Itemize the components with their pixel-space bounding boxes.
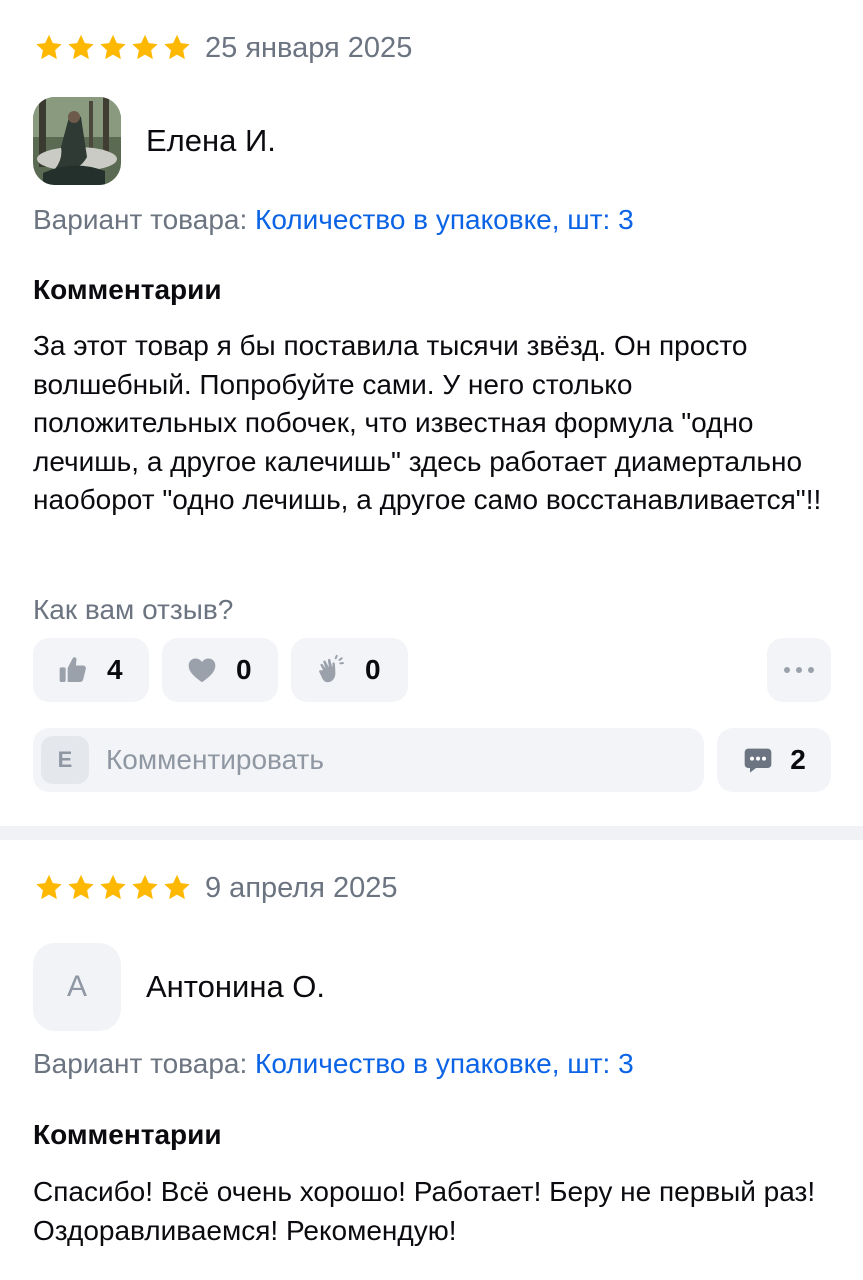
- like-button[interactable]: 4: [33, 638, 149, 702]
- star-rating: [33, 32, 193, 64]
- heart-icon: [188, 658, 216, 683]
- review-text: Спасибо! Всё очень хорошо! Работает! Бер…: [33, 1176, 816, 1246]
- review-card: 9 апреля 2025 А Антонина О. Вариант това…: [0, 840, 863, 1280]
- section-divider: [0, 826, 863, 840]
- more-options-button[interactable]: [767, 638, 831, 702]
- star-icon: [100, 874, 126, 900]
- review-date: 25 января 2025: [205, 32, 413, 64]
- comments-heading: Комментарии: [33, 274, 222, 305]
- reactions-row: 4 0 0: [33, 638, 408, 702]
- heart-button[interactable]: 0: [162, 638, 278, 702]
- clap-icon: [319, 654, 344, 683]
- avatar[interactable]: [33, 97, 121, 185]
- star-icon: [132, 874, 158, 900]
- review-date: 9 апреля 2025: [205, 872, 398, 904]
- rating-row: 25 января 2025: [33, 30, 412, 66]
- author-row[interactable]: А Антонина О.: [33, 943, 325, 1031]
- feedback-question: Как вам отзыв?: [33, 594, 234, 625]
- clap-button[interactable]: 0: [291, 638, 408, 702]
- star-icon: [36, 34, 62, 60]
- comments-count-button[interactable]: 2: [717, 728, 831, 792]
- more-horizontal-icon: [784, 667, 790, 673]
- star-icon: [132, 34, 158, 60]
- product-variant: Вариант товара: Количество в упаковке, ш…: [33, 1046, 634, 1082]
- clap-count: 0: [365, 654, 381, 685]
- star-icon: [68, 34, 94, 60]
- review-card: 25 января 2025 Елена И. Вариант товара: …: [0, 0, 863, 826]
- like-count: 4: [107, 654, 123, 685]
- author-name[interactable]: Елена И.: [146, 123, 276, 159]
- current-user-avatar: Е: [41, 736, 89, 784]
- variant-value-link[interactable]: Количество в упаковке, шт: 3: [255, 1048, 634, 1079]
- variant-label: Вариант товара:: [33, 1048, 248, 1079]
- comment-input[interactable]: Е Комментировать: [33, 728, 704, 792]
- star-rating: [33, 872, 193, 904]
- star-icon: [164, 874, 190, 900]
- thumbs-up-icon: [59, 657, 86, 682]
- avatar-photo: [33, 97, 121, 185]
- author-row[interactable]: Елена И.: [33, 97, 276, 185]
- rating-row: 9 апреля 2025: [33, 870, 398, 906]
- product-variant: Вариант товара: Количество в упаковке, ш…: [33, 202, 634, 238]
- variant-label: Вариант товара:: [33, 204, 248, 235]
- avatar[interactable]: А: [33, 943, 121, 1031]
- comments-heading: Комментарии: [33, 1119, 222, 1150]
- comment-placeholder[interactable]: Комментировать: [106, 744, 324, 776]
- review-text: За этот товар я бы поставила тысячи звёз…: [33, 330, 822, 515]
- author-name[interactable]: Антонина О.: [146, 969, 325, 1005]
- heart-count: 0: [236, 654, 252, 685]
- chat-bubble-icon: [744, 748, 772, 773]
- star-icon: [100, 34, 126, 60]
- comments-count: 2: [790, 744, 806, 775]
- star-icon: [164, 34, 190, 60]
- star-icon: [36, 874, 62, 900]
- star-icon: [68, 874, 94, 900]
- variant-value-link[interactable]: Количество в упаковке, шт: 3: [255, 204, 634, 235]
